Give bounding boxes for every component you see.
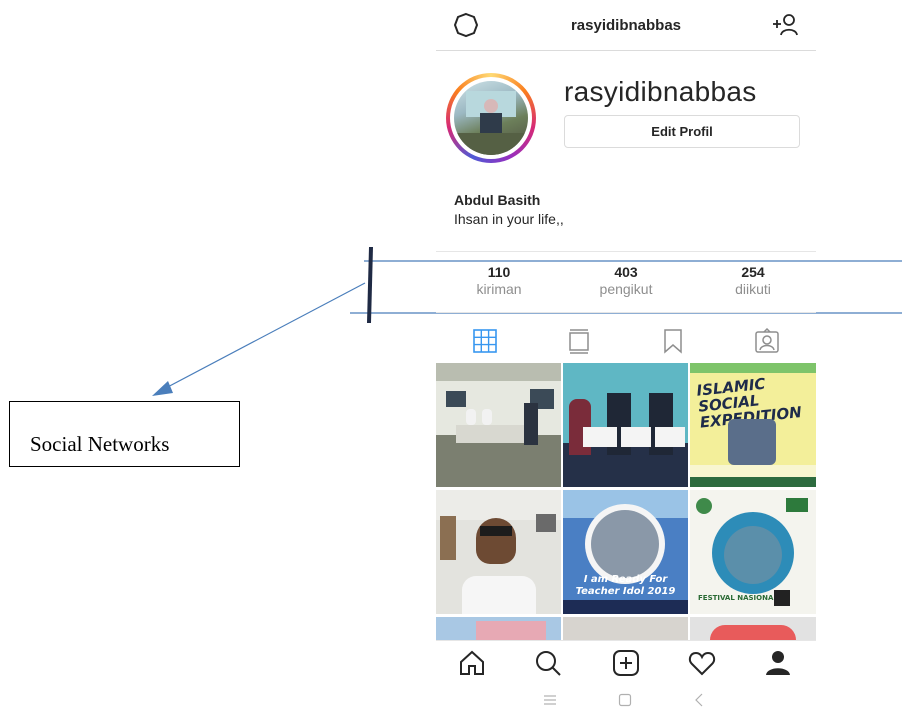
instagram-profile-screen: rasyidibnabbas rasyidibnabbas Edit Profi… [436, 0, 816, 715]
stat-posts-count: 110 [487, 264, 511, 280]
stat-followers-count: 403 [614, 264, 638, 280]
post-caption: Teacher Idol 2019 [575, 586, 676, 597]
post-thumbnail[interactable] [436, 490, 561, 614]
stat-posts[interactable]: 110 kiriman [436, 264, 562, 297]
feed-icon[interactable] [566, 328, 592, 354]
post-thumbnail[interactable] [436, 363, 561, 487]
post-caption: FESTIVAL NASIONAL [698, 594, 778, 602]
search-icon[interactable] [534, 649, 562, 677]
bottom-nav [436, 640, 816, 685]
post-thumbnail[interactable] [563, 617, 688, 640]
stats-top-divider [436, 251, 816, 252]
stat-followers-label: pengikut [599, 281, 653, 297]
post-thumbnail[interactable]: I am Ready For Teacher Idol 2019 [563, 490, 688, 614]
add-person-icon[interactable] [772, 12, 800, 38]
menu-icon[interactable] [543, 693, 557, 707]
back-icon[interactable] [693, 693, 707, 707]
tagged-icon[interactable] [754, 328, 780, 354]
edit-profile-button[interactable]: Edit Profil [564, 115, 800, 148]
post-grid: ISLAMIC SOCIAL EXPEDITION I am Ready For… [436, 363, 816, 640]
avatar[interactable] [446, 73, 536, 163]
grid-icon[interactable] [472, 328, 498, 354]
post-thumbnail[interactable] [690, 617, 816, 640]
annotation-vertical-mark [367, 246, 373, 324]
heart-icon[interactable] [688, 649, 716, 677]
bookmark-icon[interactable] [660, 328, 686, 354]
full-name: Abdul Basith [454, 192, 541, 208]
annotation-label-box: Social Networks [9, 401, 240, 467]
add-post-icon[interactable] [612, 649, 640, 677]
stats-bottom-divider [436, 312, 816, 313]
post-thumbnail[interactable]: FESTIVAL NASIONAL [690, 490, 816, 614]
stat-following-count: 254 [741, 264, 765, 280]
bio: Ihsan in your life,, [454, 211, 564, 227]
profile-username: rasyidibnabbas [564, 76, 757, 107]
post-thumbnail[interactable]: ISLAMIC SOCIAL EXPEDITION [690, 363, 816, 487]
post-thumbnail[interactable] [563, 363, 688, 487]
annotation-label: Social Networks [30, 432, 170, 456]
post-caption: I am Ready For [583, 574, 668, 585]
stat-following[interactable]: 254 diikuti [690, 264, 816, 297]
top-username: rasyidibnabbas [570, 17, 682, 34]
stat-posts-label: kiriman [476, 281, 522, 297]
home-square-icon[interactable] [618, 693, 632, 707]
annotation-arrow-line [161, 282, 366, 391]
annotation-arrow-head [152, 381, 173, 396]
stat-followers[interactable]: 403 pengikut [563, 264, 689, 297]
top-bar: rasyidibnabbas [436, 0, 816, 51]
home-icon[interactable] [458, 649, 486, 677]
stat-following-label: diikuti [735, 281, 771, 297]
system-nav-bar [436, 685, 816, 715]
profile-icon[interactable] [764, 649, 792, 677]
post-thumbnail[interactable] [436, 617, 561, 640]
